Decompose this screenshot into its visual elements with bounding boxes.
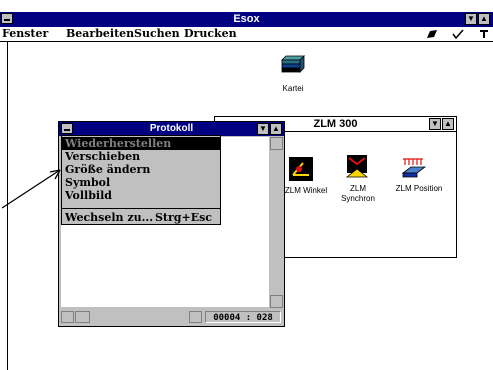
check-icon[interactable] [452,29,464,39]
menu-fenster[interactable]: Fenster [2,27,48,41]
menu-suchen[interactable]: Suchen [134,27,180,41]
menu-item-minimize[interactable]: Symbol [62,176,220,189]
callout-arrow-icon [1,169,61,209]
menu-separator [62,208,220,209]
protokoll-title: Protokoll [149,123,194,134]
scroll-left-button[interactable] [61,311,74,323]
cursor-position-display: 00004 : 028 [205,311,281,323]
card-file-icon[interactable] [278,54,306,78]
menu-item-move[interactable]: Verschieben [62,150,220,163]
menu-bar: Fenster Bearbeiten Suchen Drucken [0,27,493,42]
group-title-text: ZLM 300 [313,118,358,130]
menu-item-switch-to[interactable]: Wechseln zu... Strg+Esc [62,211,220,224]
group-minimize-button[interactable]: ▼ [429,118,441,130]
protokoll-minimize-button[interactable]: ▼ [257,123,269,135]
zlm-position-label[interactable]: ZLM Position [391,184,447,194]
tools-icon[interactable] [478,29,490,39]
minimize-button[interactable]: ▼ [465,13,477,25]
menu-bearbeiten[interactable]: Bearbeiten [66,27,134,41]
system-menu-button[interactable] [1,13,13,24]
scroll-thumb[interactable] [75,311,90,323]
main-title: Esox [233,13,260,25]
group-maximize-button[interactable]: ▲ [442,118,454,130]
protokoll-titlebar[interactable]: Protokoll [59,122,284,136]
position-icon[interactable] [401,155,427,179]
protokoll-maximize-button[interactable]: ▲ [270,123,282,135]
main-titlebar[interactable]: Esox [0,12,493,27]
protokoll-statusbar: 00004 : 028 [61,310,283,325]
system-menu-dropdown: Wiederherstellen Verschieben Größe änder… [61,135,221,225]
zlm-synchron-label[interactable]: ZLM Synchron [333,184,383,204]
protokoll-system-menu-button[interactable] [61,123,73,134]
kartei-label[interactable]: Kartei [270,84,316,93]
scroll-up-button[interactable] [270,137,283,150]
synchron-icon[interactable] [345,155,369,179]
maximize-button[interactable]: ▲ [478,13,490,25]
menu-drucken[interactable]: Drucken [184,27,237,41]
angle-measure-icon[interactable] [289,157,313,181]
edit-icon[interactable] [426,29,438,39]
menu-item-maximize[interactable]: Vollbild [62,189,220,202]
menu-item-resize[interactable]: Größe ändern [62,163,220,176]
menu-item-restore[interactable]: Wiederherstellen [62,137,220,150]
scroll-right-button[interactable] [189,311,202,323]
vertical-scrollbar[interactable] [270,137,283,308]
zlm-winkel-label[interactable]: ZLM Winkel [283,186,329,196]
scroll-down-button[interactable] [270,295,283,308]
